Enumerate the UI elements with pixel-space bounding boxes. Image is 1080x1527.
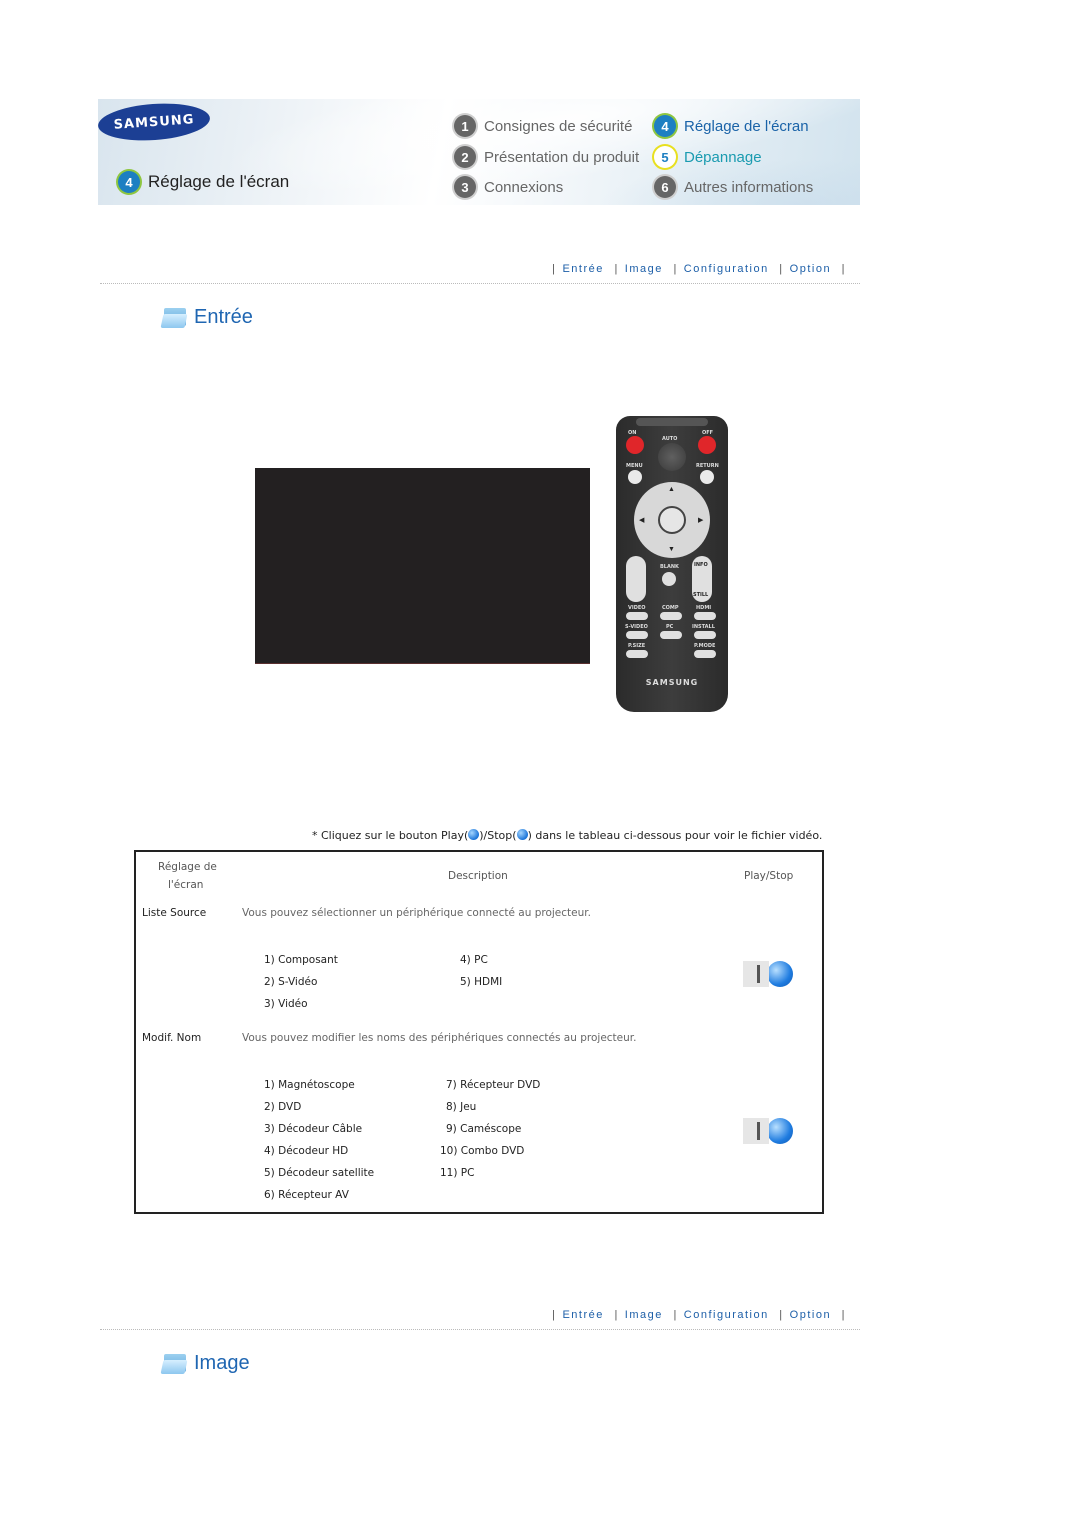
list-item: 5) HDMI (460, 976, 503, 988)
nav-item-autres[interactable]: 6 Autres informations (654, 176, 813, 198)
samsung-logo: SAMSUNG (98, 100, 212, 144)
auto-button (658, 443, 686, 471)
link-entree[interactable]: Entrée (562, 1309, 603, 1321)
folder-icon (160, 1353, 188, 1374)
keystone-button (626, 556, 646, 602)
play-ball-icon (767, 1118, 793, 1144)
link-configuration[interactable]: Configuration (684, 1309, 769, 1321)
section-heading-entree: Entrée (160, 306, 253, 329)
link-entree[interactable]: Entrée (562, 263, 603, 275)
section-number-badge: 4 (118, 171, 140, 193)
header-banner: SAMSUNG 4 Réglage de l'écran 1 Consignes… (98, 99, 860, 205)
return-button (700, 470, 714, 484)
row-label-liste-source: Liste Source (142, 907, 207, 919)
current-section-title: 4 Réglage de l'écran (118, 171, 289, 193)
play-stop-note: * Cliquez sur le bouton Play()/Stop() da… (312, 829, 823, 842)
video-player-area[interactable] (255, 468, 590, 664)
link-option[interactable]: Option (790, 263, 831, 275)
nav-item-presentation[interactable]: 2 Présentation du produit (454, 146, 639, 168)
list-item: 10) Combo DVD (440, 1145, 525, 1157)
play-ball-icon (767, 961, 793, 987)
link-image[interactable]: Image (625, 1309, 663, 1321)
header-setting: Réglage de (158, 861, 217, 873)
list-item: 4) PC (460, 954, 488, 966)
list-item: 1) Composant (264, 954, 338, 966)
play-stop-button-modif-nom[interactable] (743, 1117, 799, 1145)
list-item: 8) Jeu (446, 1101, 477, 1113)
nav-item-connexions[interactable]: 3 Connexions (454, 176, 563, 198)
row-desc: Vous pouvez sélectionner un périphérique… (242, 907, 591, 919)
video-thumb-icon (743, 1118, 769, 1144)
list-item: 2) S-Vidéo (264, 976, 318, 988)
list-item: 2) DVD (264, 1101, 302, 1113)
list-item: 11) PC (440, 1167, 475, 1179)
header-description: Description (448, 870, 508, 882)
stop-icon (516, 829, 528, 840)
play-stop-button-liste-source[interactable] (743, 960, 799, 988)
list-item: 4) Décodeur HD (264, 1145, 349, 1157)
remote-control-image: ON OFF AUTO MENU RETURN ▲ ▼ ◀ ▶ BLANK IN… (616, 416, 728, 712)
link-option[interactable]: Option (790, 1309, 831, 1321)
list-item: 3) Vidéo (264, 998, 308, 1010)
list-item: 5) Décodeur satellite (264, 1167, 375, 1179)
power-off-button (698, 436, 716, 454)
header-play-stop: Play/Stop (744, 870, 794, 882)
play-icon (468, 829, 480, 840)
list-item: 9) Caméscope (446, 1123, 522, 1135)
section-links-bottom: | Entrée | Image | Configuration | Option | (100, 1309, 860, 1330)
settings-table: Réglage de l'écran Description Play/Stop… (134, 850, 824, 1214)
section-heading-image: Image (160, 1352, 250, 1375)
list-item: 6) Récepteur AV (264, 1189, 349, 1201)
row-desc: Vous pouvez modifier les noms des périph… (242, 1032, 637, 1044)
menu-button (628, 470, 642, 484)
list-item: 1) Magnétoscope (264, 1079, 355, 1091)
folder-icon (160, 307, 188, 328)
row-label-modif-nom: Modif. Nom (142, 1032, 202, 1044)
link-image[interactable]: Image (625, 263, 663, 275)
nav-item-consignes[interactable]: 1 Consignes de sécurité (454, 115, 632, 137)
video-thumb-icon (743, 961, 769, 987)
blank-button (662, 572, 676, 586)
dpad: ▲ ▼ ◀ ▶ (634, 482, 710, 558)
power-on-button (626, 436, 644, 454)
nav-item-depannage[interactable]: 5 Dépannage (654, 146, 762, 168)
list-item: 3) Décodeur Câble (264, 1123, 363, 1135)
section-links-top: | Entrée | Image | Configuration | Option | (100, 263, 860, 284)
link-configuration[interactable]: Configuration (684, 263, 769, 275)
nav-item-reglage[interactable]: 4 Réglage de l'écran (654, 115, 809, 137)
list-item: 7) Récepteur DVD (446, 1079, 541, 1091)
